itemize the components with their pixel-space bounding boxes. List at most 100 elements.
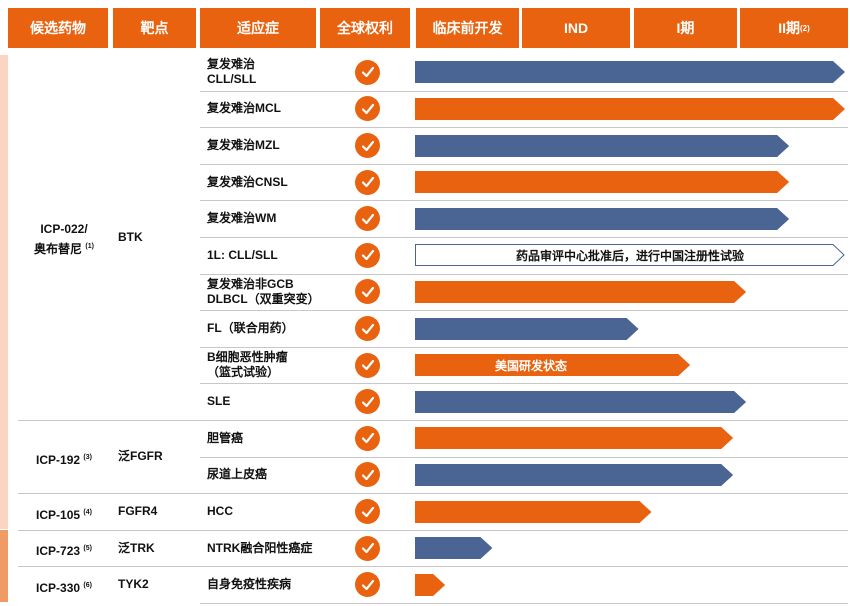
indication-line-1: 复发难治CNSL: [207, 174, 288, 189]
checkmark-icon: [355, 572, 380, 598]
indication-label: 复发难治MCL: [207, 101, 357, 116]
group-divider: [18, 493, 200, 495]
header-label: 候选药物: [30, 20, 86, 36]
progress-arrow: [415, 463, 734, 486]
progress-arrow: [415, 171, 790, 194]
indication-line-1: 1L: CLL/SLL: [207, 247, 278, 262]
drug-name-line-1: ICP-723 (5): [18, 540, 110, 560]
target-label: 泛FGFR: [118, 449, 163, 464]
drug-name: ICP-105 (4): [18, 504, 110, 524]
checkmark-icon: [355, 206, 380, 232]
target-label: 泛TRK: [118, 540, 155, 555]
drug-footnote: (1): [85, 243, 94, 250]
row-divider: [200, 90, 848, 92]
drug-name-line-1: ICP-105 (4): [18, 504, 110, 524]
indication-label: 复发难治 CLL/SLL: [207, 57, 357, 87]
progress-arrow: [415, 427, 734, 450]
drug-brand: 奥布替尼: [34, 242, 83, 256]
stripe-light: [0, 55, 8, 529]
indication-line-1: 复发难治非GCB: [207, 276, 294, 291]
header-label: I期: [676, 20, 695, 36]
header-4: 临床前开发: [416, 8, 519, 48]
checkmark-icon: [355, 96, 380, 122]
arrow-label: 药品审评中心批准后，进行中国注册性试验: [515, 249, 744, 264]
row-divider: [200, 383, 848, 385]
drug-footnote: (5): [83, 545, 92, 553]
indication-line-1: 复发难治MCL: [207, 101, 281, 116]
checkmark-icon: [355, 316, 380, 341]
indication-line-2: DLBCL（双重突变）: [207, 291, 320, 306]
progress-arrow: [415, 134, 790, 157]
progress-arrow: [415, 280, 747, 303]
header-1: 靶点: [113, 8, 196, 48]
drug-name-line-1: ICP-330 (6): [18, 577, 110, 597]
drug-code: ICP-330: [36, 580, 81, 595]
group-divider: [18, 529, 200, 531]
drug-footnote: (3): [83, 453, 92, 461]
indication-line-1: FL（联合用药）: [207, 321, 294, 335]
indication-line-2: （篮式试验）: [207, 365, 280, 380]
row-divider: [200, 273, 848, 275]
indication-label: 尿道上皮癌: [207, 467, 357, 482]
drug-name-line-2: 奥布替尼 (1): [18, 238, 110, 258]
target-label: BTK: [118, 229, 143, 244]
header-label: IND: [563, 20, 589, 36]
header-2: 适应症: [200, 8, 316, 48]
progress-arrow: [415, 207, 790, 230]
checkmark-icon: [355, 425, 380, 451]
row-divider: [200, 310, 848, 312]
header-6: I期: [634, 8, 737, 48]
drug-name: ICP-330 (6): [18, 577, 110, 597]
header-5: IND: [522, 8, 630, 48]
checkmark-icon: [355, 389, 380, 415]
header-7: II期 (2): [740, 8, 848, 48]
progress-arrow: [415, 61, 845, 84]
row-divider: [200, 529, 848, 531]
drug-name-line-1: ICP-022/: [18, 221, 110, 238]
drug-code: ICP-022/: [40, 222, 88, 236]
header-label: 临床前开发: [432, 20, 503, 36]
row-divider: [200, 346, 848, 348]
row-divider: [200, 237, 848, 238]
drug-name: ICP-723 (5): [18, 540, 110, 560]
indication-label: 自身免疫性疾病: [207, 577, 357, 592]
row-divider: [200, 566, 848, 568]
progress-arrow: [415, 573, 446, 596]
header-3: 全球权利: [320, 8, 410, 48]
indication-line-1: 自身免疫性疾病: [207, 577, 292, 592]
stripe-dark: [0, 530, 8, 602]
indication-label: B细胞恶性肿瘤 （篮式试验）: [207, 350, 357, 380]
indication-label: HCC: [207, 504, 357, 519]
indication-line-1: 复发难治: [207, 57, 256, 72]
arrow-label: 美国研发状态: [495, 359, 568, 374]
row-divider: [200, 127, 848, 129]
header-footnote: (2): [800, 23, 810, 33]
indication-label: 复发难治CNSL: [207, 175, 357, 190]
checkmark-icon: [355, 535, 380, 561]
indication-label: FL（联合用药）: [207, 321, 357, 336]
indication-line-1: B细胞恶性肿瘤: [207, 350, 288, 365]
indication-line-1: 胆管癌: [207, 430, 244, 445]
drug-code: ICP-192: [36, 452, 81, 467]
progress-arrow: [415, 97, 845, 120]
header-label: 适应症: [237, 20, 279, 36]
checkmark-icon: [355, 169, 380, 195]
checkmark-icon: [355, 242, 380, 268]
drug-name: ICP-022/奥布替尼 (1): [18, 221, 110, 258]
indication-line-1: 尿道上皮癌: [207, 467, 268, 482]
header-label: 全球权利: [337, 20, 393, 36]
row-divider: [200, 420, 848, 421]
header-label: 靶点: [140, 20, 169, 36]
indication-line-1: NTRK融合阳性癌症: [207, 540, 313, 555]
indication-label: 1L: CLL/SLL: [207, 248, 357, 263]
indication-label: 复发难治WM: [207, 211, 357, 226]
indication-line-1: 复发难治WM: [207, 211, 277, 226]
header-0: 候选药物: [8, 8, 108, 48]
checkmark-icon: [355, 499, 380, 524]
progress-arrow: [415, 390, 747, 413]
checkmark-icon: [355, 462, 380, 488]
progress-arrow: [415, 317, 639, 340]
progress-arrow: [415, 500, 652, 523]
checkmark-icon: [355, 352, 380, 378]
drug-footnote: (6): [83, 581, 92, 589]
